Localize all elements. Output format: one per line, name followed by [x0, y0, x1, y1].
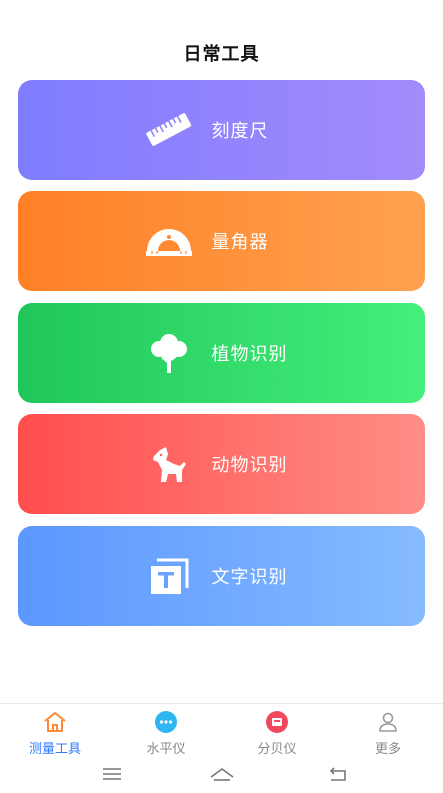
plant-recognition-card[interactable]: 植物识别 [18, 303, 425, 403]
protractor-card[interactable]: 量角器 [18, 191, 425, 291]
menu-icon[interactable] [98, 763, 126, 785]
system-nav-bar [0, 755, 443, 793]
level-icon [153, 710, 179, 734]
tree-icon [142, 328, 196, 378]
dog-icon [142, 439, 196, 489]
protractor-icon [142, 216, 196, 266]
nav-home-icon[interactable] [208, 763, 236, 785]
tab-decibel[interactable]: 分贝仪 [232, 710, 322, 757]
animal-recognition-card-label: 动物识别 [211, 455, 288, 476]
text-recognition-icon [142, 551, 196, 601]
protractor-card-label: 量角器 [211, 232, 269, 253]
user-icon [375, 710, 401, 734]
ruler-card[interactable]: 刻度尺 [18, 80, 425, 180]
bottom-tab-bar: 测量工具 水平仪 分贝仪 更多 [0, 703, 443, 757]
back-icon[interactable] [324, 763, 352, 785]
tab-level[interactable]: 水平仪 [121, 710, 211, 757]
ruler-card-label: 刻度尺 [211, 121, 269, 142]
page-title: 日常工具 [183, 44, 260, 65]
text-recognition-card[interactable]: 文字识别 [18, 526, 425, 626]
tab-more[interactable]: 更多 [343, 710, 433, 757]
animal-recognition-card[interactable]: 动物识别 [18, 414, 425, 514]
text-recognition-card-label: 文字识别 [211, 567, 288, 588]
decibel-icon [264, 710, 290, 734]
plant-recognition-card-label: 植物识别 [211, 344, 288, 365]
tab-measure-tools[interactable]: 测量工具 [10, 710, 100, 757]
ruler-icon [142, 105, 196, 155]
home-icon [42, 710, 68, 734]
